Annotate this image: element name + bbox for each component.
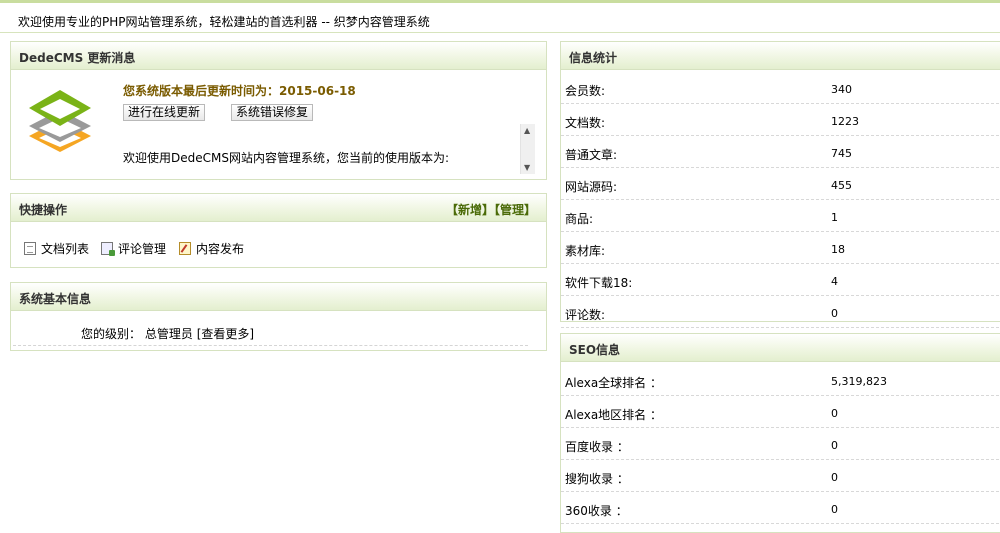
stat-label: 搜狗收录 ：: [565, 472, 629, 486]
quick-item-label: 文档列表: [41, 242, 90, 256]
document-list-icon: [24, 242, 36, 255]
sys-info-panel: 系统基本信息 您的级别： 总管理员 [查看更多]: [10, 282, 547, 351]
add-link[interactable]: 【新增】: [446, 203, 494, 217]
seo-panel-title: SEO信息: [569, 343, 621, 357]
last-update-time: 您系统版本最后更新时间为：2015-06-18: [123, 84, 356, 98]
seo-panel-header: SEO信息: [561, 334, 1000, 362]
stat-row: 会员数: 340: [561, 72, 999, 104]
stat-label: 软件下载18:: [565, 276, 633, 290]
stats-panel-header: 信息统计: [561, 42, 1000, 70]
stat-row: 素材库: 18: [561, 232, 999, 264]
top-welcome-bar: 欢迎使用专业的PHP网站管理系统，轻松建站的首选利器 -- 织梦内容管理系统: [0, 0, 1000, 33]
message-scrollbar[interactable]: ▲ ▼: [520, 124, 535, 174]
quick-panel: 快捷操作 【新增】【管理】 文档列表 评论管理 内容发布: [10, 193, 547, 268]
quick-item-content-publish[interactable]: 内容发布: [179, 240, 244, 257]
manage-link[interactable]: 【管理】: [494, 203, 536, 217]
welcome-text: 欢迎使用专业的PHP网站管理系统，轻松建站的首选利器 -- 织梦内容管理系统: [18, 15, 430, 29]
stats-panel: 信息统计 会员数: 340 文档数: 1223 普通文章: 745 网站源码: 455 商品: 1…: [560, 41, 1000, 328]
online-update-button[interactable]: 进行在线更新: [123, 104, 206, 121]
publish-icon: [179, 242, 191, 255]
stat-label: 素材库:: [565, 244, 606, 258]
stat-value: 0: [831, 503, 838, 516]
stat-label: 百度收录 ：: [565, 440, 629, 454]
sys-info-panel-title: 系统基本信息: [19, 292, 92, 306]
comment-icon: [101, 242, 115, 256]
stat-label: 网站源码:: [565, 180, 618, 194]
level-value: 总管理员: [144, 327, 193, 341]
stat-label: Alexa全球排名 ：: [565, 376, 662, 390]
row-divider: [561, 523, 999, 524]
dedecms-logo-icon: [29, 90, 91, 152]
stat-row: 网站源码: 455: [561, 168, 999, 200]
stat-label: 评论数:: [565, 308, 606, 322]
update-message-box[interactable]: 欢迎使用DedeCMS网站内容管理系统，您当前的使用版本为: ▲ ▼: [121, 124, 535, 174]
stat-row: 普通文章: 745: [561, 136, 999, 168]
stat-label: 文档数:: [565, 116, 606, 130]
stat-row: 商品: 1: [561, 200, 999, 232]
sys-info-panel-header: 系统基本信息: [11, 283, 546, 311]
stat-row: Alexa地区排名 ： 0: [561, 396, 999, 428]
update-message-text: 欢迎使用DedeCMS网站内容管理系统，您当前的使用版本为:: [123, 151, 450, 165]
stat-row: 搜狗收录 ： 0: [561, 460, 999, 492]
seo-panel: SEO信息 Alexa全球排名 ： 5,319,823 Alexa地区排名 ： 0 百度…: [560, 333, 1000, 533]
stat-value: 0: [831, 439, 838, 452]
stat-row: 文档数: 1223: [561, 104, 999, 136]
stat-row: 软件下载18: 4: [561, 264, 999, 296]
stat-value: 18: [831, 243, 845, 256]
update-panel-header: DedeCMS 更新消息: [11, 42, 546, 70]
stat-value: 0: [831, 307, 838, 320]
stats-panel-title: 信息统计: [569, 51, 618, 65]
row-divider: [561, 327, 999, 328]
stat-value: 0: [831, 471, 838, 484]
scroll-down-icon[interactable]: ▼: [524, 163, 530, 172]
stat-value: 0: [831, 407, 838, 420]
stat-label: 普通文章:: [565, 148, 618, 162]
stat-row: Alexa全球排名 ： 5,319,823: [561, 364, 999, 396]
quick-item-comment-manage[interactable]: 评论管理: [101, 240, 166, 257]
stat-value: 340: [831, 83, 852, 96]
update-panel: DedeCMS 更新消息 您系统版本最后更新时间为：2015-06-18 进行在…: [10, 41, 547, 180]
quick-panel-links: 【新增】【管理】: [446, 201, 536, 218]
level-label: 您的级别：: [81, 327, 142, 341]
stat-value: 455: [831, 179, 852, 192]
stat-value: 5,319,823: [831, 375, 887, 388]
stat-row: 360收录 ： 0: [561, 492, 999, 524]
stat-label: Alexa地区排名 ：: [565, 408, 662, 422]
system-repair-button[interactable]: 系统错误修复: [231, 104, 314, 121]
stat-label: 会员数:: [565, 84, 606, 98]
sys-info-divider: [13, 345, 528, 346]
stat-label: 360收录 ：: [565, 504, 628, 518]
stat-value: 745: [831, 147, 852, 160]
stat-value: 1223: [831, 115, 859, 128]
scroll-up-icon[interactable]: ▲: [524, 126, 530, 135]
stat-label: 商品:: [565, 212, 594, 226]
quick-panel-header: 快捷操作 【新增】【管理】: [11, 194, 546, 222]
stat-row: 百度收录 ： 0: [561, 428, 999, 460]
quick-item-label: 内容发布: [196, 242, 245, 256]
view-more-link[interactable]: [查看更多]: [197, 327, 254, 341]
admin-level-row: 您的级别： 总管理员 [查看更多]: [81, 325, 254, 342]
quick-panel-title: 快捷操作: [19, 203, 68, 217]
stat-value: 4: [831, 275, 838, 288]
stat-row: 评论数: 0: [561, 296, 999, 328]
update-panel-title: DedeCMS 更新消息: [19, 51, 136, 65]
quick-item-document-list[interactable]: 文档列表: [24, 240, 89, 257]
quick-item-label: 评论管理: [118, 242, 167, 256]
stat-value: 1: [831, 211, 838, 224]
